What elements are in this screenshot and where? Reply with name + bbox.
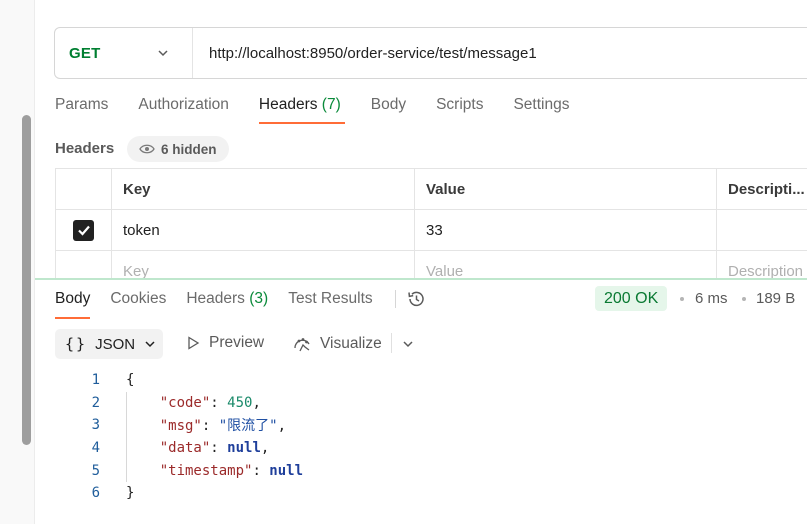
json-key: "timestamp" [159, 462, 253, 479]
response-tab-body[interactable]: Body [55, 290, 91, 319]
json-value: 450 [227, 394, 253, 411]
visualize-label: Visualize [320, 335, 382, 352]
json-key: "data" [159, 440, 211, 457]
tab-count: (3) [249, 290, 269, 307]
code-text: "timestamp": null [159, 462, 304, 479]
headers-section-title: Headers [55, 140, 115, 157]
preview-label: Preview [209, 334, 265, 351]
pane-resize-handle[interactable] [35, 278, 807, 280]
header-value-cell[interactable]: 33 [415, 210, 717, 250]
status-badge[interactable]: 200 OK [595, 286, 668, 311]
chevron-down-icon [145, 341, 155, 348]
hidden-count-label: 6 hidden [161, 141, 217, 157]
table-header-row: Key Value Descripti... [55, 169, 807, 210]
tab-body[interactable]: Body [371, 96, 406, 124]
json-value: "限流了" [218, 418, 278, 435]
response-tab-headers[interactable]: Headers (3) [186, 290, 268, 319]
line-number: 6 [91, 485, 100, 502]
tab-label: Cookies [110, 290, 167, 307]
request-bar: GET [54, 27, 807, 79]
header-description-cell[interactable] [717, 210, 807, 250]
headers-table: Key Value Descripti... token 33 Key Valu… [55, 168, 807, 292]
tab-authorization[interactable]: Authorization [138, 96, 228, 124]
code-text: "msg": "限流了", [159, 418, 287, 435]
code-text: "data": null, [159, 440, 270, 457]
play-icon [188, 336, 200, 350]
visualize-button[interactable]: Visualize [292, 334, 382, 354]
code-line: 1 { [65, 369, 303, 392]
tab-label: Body [55, 290, 91, 307]
divider [391, 333, 392, 353]
tab-scripts[interactable]: Scripts [436, 96, 483, 124]
scrollbar-thumb[interactable] [22, 115, 31, 445]
tab-settings[interactable]: Settings [513, 96, 569, 124]
code-text: { [126, 372, 135, 389]
response-tabs: Body Cookies Headers (3) Test Results [55, 289, 426, 320]
line-number: 5 [91, 462, 100, 479]
line-number: 4 [91, 440, 100, 457]
braces-icon: {} [65, 335, 88, 353]
line-number: 3 [91, 417, 100, 434]
table-row: token 33 [55, 210, 807, 251]
hidden-headers-toggle[interactable]: 6 hidden [127, 136, 229, 162]
json-trail: , [277, 418, 287, 435]
tab-label: Params [55, 96, 109, 113]
left-gutter [0, 0, 35, 524]
line-number: 1 [91, 372, 100, 389]
json-key: "msg" [159, 418, 202, 435]
check-icon [77, 225, 90, 236]
response-time[interactable]: 6 ms [695, 290, 728, 307]
preview-button[interactable]: Preview [185, 334, 264, 352]
chevron-down-icon[interactable] [401, 337, 415, 351]
json-key: "code" [159, 394, 211, 411]
header-key-cell[interactable]: token [112, 210, 415, 250]
eye-icon [139, 144, 155, 154]
tab-params[interactable]: Params [55, 96, 108, 124]
code-line: 4 "data": null, [65, 437, 303, 460]
line-number: 2 [91, 394, 100, 411]
chevron-down-icon [158, 50, 168, 57]
separator-dot [742, 297, 746, 301]
format-dropdown[interactable]: {} JSON [55, 329, 163, 359]
tab-label: Authorization [138, 96, 229, 113]
separator-dot [680, 297, 684, 301]
tab-label: Headers [258, 96, 318, 113]
code-line: 2 "code": 450, [65, 392, 303, 415]
code-text: } [126, 485, 135, 502]
history-icon[interactable] [406, 289, 426, 309]
json-trail: , [252, 394, 261, 411]
response-tab-test-results[interactable]: Test Results [288, 290, 372, 319]
tab-label: Settings [513, 96, 570, 113]
tab-headers[interactable]: Headers (7) [258, 96, 345, 124]
tab-label: Scripts [436, 96, 484, 113]
response-tab-cookies[interactable]: Cookies [110, 290, 166, 319]
visualize-icon [294, 338, 310, 352]
header-enabled-checkbox[interactable] [73, 219, 94, 241]
tab-count: (7) [321, 96, 341, 113]
json-trail: , [260, 440, 270, 457]
row-checkbox-cell [55, 210, 112, 250]
url-input[interactable] [193, 28, 807, 78]
tab-label: Test Results [288, 290, 373, 307]
tab-label: Headers [186, 290, 245, 307]
column-header-value: Value [415, 169, 717, 209]
response-size[interactable]: 189 B [756, 290, 795, 307]
code-line: 5 "timestamp": null [65, 459, 303, 482]
tab-label: Body [370, 96, 407, 113]
method-dropdown[interactable]: GET [55, 28, 193, 78]
response-body-code[interactable]: 1 { 2 "code": 450, 3 "msg": "限流了", 4 "da… [65, 369, 303, 505]
column-header-key: Key [112, 169, 415, 209]
table-header-checkbox-col [55, 169, 112, 209]
divider [394, 290, 396, 308]
code-text: "code": 450, [159, 394, 261, 411]
json-value: null [269, 462, 304, 479]
column-header-description: Descripti... [728, 180, 805, 198]
format-label: JSON [95, 335, 136, 353]
method-label: GET [69, 44, 101, 62]
request-tabs: Params Authorization Headers (7) Body Sc… [55, 96, 599, 124]
code-line: 3 "msg": "限流了", [65, 414, 303, 437]
json-value: null [227, 440, 261, 457]
code-line: 6 } [65, 482, 303, 505]
